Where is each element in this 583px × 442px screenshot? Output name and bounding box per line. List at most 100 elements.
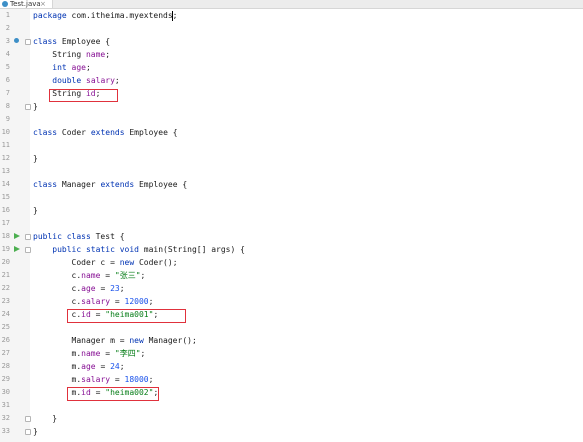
- line-number: 13: [1, 167, 10, 175]
- line-number: 4: [5, 50, 10, 58]
- line-number: 18: [1, 232, 10, 240]
- code-line[interactable]: 27 m.name = "李四";: [0, 347, 583, 360]
- code-line[interactable]: 16}: [0, 204, 583, 217]
- text-caret: [172, 11, 173, 21]
- code-line[interactable]: 21 c.name = "张三";: [0, 269, 583, 282]
- run-icon[interactable]: [14, 246, 20, 252]
- tab-test-java[interactable]: Test.java ×: [0, 0, 53, 8]
- line-number: 12: [1, 154, 10, 162]
- line-number: 1: [5, 11, 10, 19]
- code-line[interactable]: 22 c.age = 23;: [0, 282, 583, 295]
- line-number: 22: [1, 284, 10, 292]
- line-number: 6: [5, 76, 10, 84]
- line-number: 25: [1, 323, 10, 331]
- fold-marker-icon[interactable]: [25, 416, 31, 422]
- code-line[interactable]: 28 m.age = 24;: [0, 360, 583, 373]
- code-line[interactable]: 14 class Manager extends Employee {: [0, 178, 583, 191]
- line-number: 32: [1, 414, 10, 422]
- code-text: int age;: [52, 63, 91, 72]
- code-text: }: [33, 154, 38, 163]
- code-text: class Employee {: [33, 37, 111, 46]
- line-number: 9: [5, 115, 10, 123]
- code-line[interactable]: 19 public static void main(String[] args…: [0, 243, 583, 256]
- code-line[interactable]: 9: [0, 113, 583, 126]
- line-number: 7: [5, 89, 10, 97]
- fold-marker-icon[interactable]: [25, 104, 31, 110]
- code-line[interactable]: 11: [0, 139, 583, 152]
- editor-tab-bar: Test.java ×: [0, 0, 583, 9]
- fold-marker-icon[interactable]: [25, 429, 31, 435]
- fold-marker-icon[interactable]: [25, 39, 31, 45]
- code-text: class Coder extends Employee {: [33, 128, 178, 137]
- code-editor[interactable]: 1 package com.itheima.myextends; 2 3 class E…: [0, 9, 583, 442]
- code-text: class Manager extends Employee {: [33, 180, 188, 189]
- code-text: }: [33, 206, 38, 215]
- highlight-box-coder-id: [67, 309, 186, 323]
- code-text: m.name = "李四";: [33, 349, 146, 358]
- line-number: 31: [1, 401, 10, 409]
- code-text: c.age = 23;: [33, 284, 125, 293]
- code-line[interactable]: 29 m.salary = 18000;: [0, 373, 583, 386]
- code-text: public static void main(String[] args) {: [52, 245, 245, 254]
- code-line[interactable]: 13: [0, 165, 583, 178]
- code-text: }: [33, 427, 38, 436]
- code-line[interactable]: 20 Coder c = new Coder();: [0, 256, 583, 269]
- code-line[interactable]: 6 double salary;: [0, 74, 583, 87]
- line-number: 15: [1, 193, 10, 201]
- line-number: 16: [1, 206, 10, 214]
- code-text: m.age = 24;: [33, 362, 125, 371]
- line-number: 29: [1, 375, 10, 383]
- code-text: }: [33, 414, 58, 423]
- highlight-box-field-id: [49, 89, 118, 102]
- line-number: 30: [1, 388, 10, 396]
- line-number: 27: [1, 349, 10, 357]
- fold-marker-icon[interactable]: [25, 234, 31, 240]
- line-number: 20: [1, 258, 10, 266]
- code-text: package com.itheima.myextends;: [33, 11, 178, 20]
- line-number: 5: [5, 63, 10, 71]
- line-number: 24: [1, 310, 10, 318]
- implemented-icon[interactable]: [14, 38, 19, 43]
- line-number: 3: [5, 37, 10, 45]
- code-text: m.salary = 18000;: [33, 375, 154, 384]
- code-text: Coder c = new Coder();: [33, 258, 178, 267]
- code-line[interactable]: 18 public class Test {: [0, 230, 583, 243]
- line-number: 14: [1, 180, 10, 188]
- code-text: String name;: [33, 50, 111, 59]
- line-number: 17: [1, 219, 10, 227]
- code-line[interactable]: 15: [0, 191, 583, 204]
- line-number: 21: [1, 271, 10, 279]
- line-number: 23: [1, 297, 10, 305]
- code-line[interactable]: 10 class Coder extends Employee {: [0, 126, 583, 139]
- run-icon[interactable]: [14, 233, 20, 239]
- code-text: double salary;: [52, 76, 120, 85]
- code-line[interactable]: 4 String name;: [0, 48, 583, 61]
- code-text: }: [33, 102, 38, 111]
- tab-label: Test.java: [10, 0, 41, 8]
- code-line[interactable]: 5 int age;: [0, 61, 583, 74]
- line-number: 26: [1, 336, 10, 344]
- code-line[interactable]: 33}: [0, 425, 583, 438]
- code-line[interactable]: 3 class Employee {: [0, 35, 583, 48]
- line-number: 8: [5, 102, 10, 110]
- code-line[interactable]: 1 package com.itheima.myextends;: [0, 9, 583, 22]
- line-number: 2: [5, 24, 10, 32]
- line-number: 28: [1, 362, 10, 370]
- code-text: public class Test {: [33, 232, 125, 241]
- highlight-box-manager-id: [67, 387, 159, 401]
- line-number: 10: [1, 128, 10, 136]
- line-number: 19: [1, 245, 10, 253]
- code-text: c.name = "张三";: [33, 271, 146, 280]
- code-line[interactable]: 17: [0, 217, 583, 230]
- code-line[interactable]: 23 c.salary = 12000;: [0, 295, 583, 308]
- code-line[interactable]: 32 }: [0, 412, 583, 425]
- java-class-icon: [2, 1, 8, 7]
- code-line[interactable]: 12}: [0, 152, 583, 165]
- code-line[interactable]: 2: [0, 22, 583, 35]
- close-icon[interactable]: ×: [40, 0, 46, 8]
- fold-marker-icon[interactable]: [25, 247, 31, 253]
- line-number: 11: [1, 141, 10, 149]
- line-number: 33: [1, 427, 10, 435]
- code-text: Manager m = new Manager();: [33, 336, 197, 345]
- code-line[interactable]: 26 Manager m = new Manager();: [0, 334, 583, 347]
